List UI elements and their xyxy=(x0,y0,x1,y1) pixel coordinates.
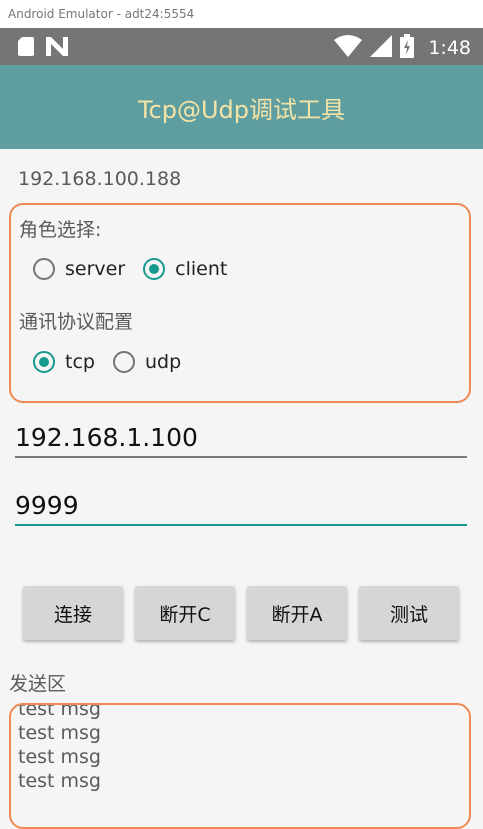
radio-tcp[interactable] xyxy=(33,351,55,373)
signal-icon xyxy=(370,35,393,61)
wifi-icon xyxy=(334,35,363,61)
send-line: test msg xyxy=(18,746,101,768)
config-panel: 角色选择: server client 通讯协议配置 tcp udp xyxy=(9,203,471,403)
radio-udp-label[interactable]: udp xyxy=(145,351,181,373)
role-radio-group: server client xyxy=(33,258,245,280)
send-textarea[interactable]: test msg test msg test msg test msg xyxy=(9,703,471,829)
local-ip-text: 192.168.100.188 xyxy=(18,168,182,190)
action-buttons: 连接 断开C 断开A 测试 xyxy=(23,586,459,640)
port-input[interactable]: 9999 xyxy=(15,486,467,526)
radio-server-label[interactable]: server xyxy=(65,258,125,280)
n-logo-icon xyxy=(46,37,68,60)
send-line: test msg xyxy=(18,770,101,792)
test-button[interactable]: 测试 xyxy=(359,586,459,640)
sd-card-icon xyxy=(18,37,34,60)
radio-udp[interactable] xyxy=(112,351,135,373)
protocol-radio-group: tcp udp xyxy=(33,351,199,373)
window-title: Android Emulator - adt24:5554 xyxy=(0,0,483,28)
disconnect-a-button[interactable]: 断开A xyxy=(247,586,347,640)
battery-icon xyxy=(400,34,415,62)
app-title: Tcp@Udp调试工具 xyxy=(137,95,346,124)
radio-server[interactable] xyxy=(33,258,55,280)
connect-button[interactable]: 连接 xyxy=(23,586,123,640)
status-time: 1:48 xyxy=(428,37,471,59)
radio-client[interactable] xyxy=(143,258,166,280)
send-line: test msg xyxy=(18,722,101,744)
radio-tcp-label[interactable]: tcp xyxy=(65,351,95,373)
protocol-label: 通讯协议配置 xyxy=(19,311,134,333)
status-bar: 1:48 xyxy=(0,28,483,65)
send-area-label: 发送区 xyxy=(9,673,67,695)
ip-input[interactable]: 192.168.1.100 xyxy=(15,418,467,458)
disconnect-c-button[interactable]: 断开C xyxy=(135,586,235,640)
send-line: test msg xyxy=(18,703,101,720)
radio-client-label[interactable]: client xyxy=(175,258,227,280)
role-label: 角色选择: xyxy=(19,219,102,241)
app-bar: Tcp@Udp调试工具 xyxy=(0,65,483,149)
